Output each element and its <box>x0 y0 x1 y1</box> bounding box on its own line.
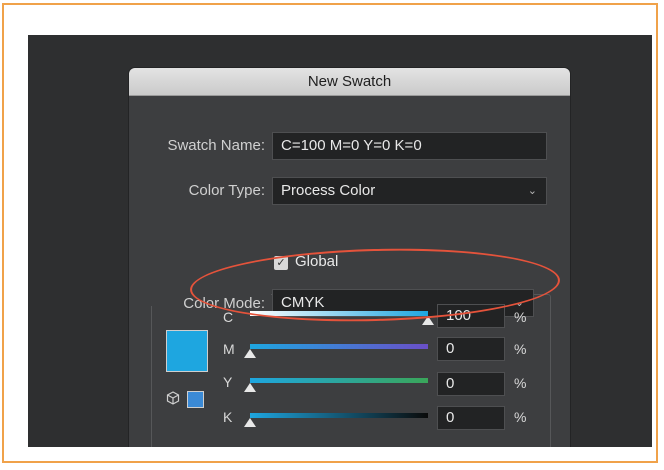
dialog-title: New Swatch <box>129 68 570 96</box>
color-type-label: Color Type: <box>188 182 265 199</box>
color-type-value: Process Color <box>281 182 376 199</box>
screenshot-frame: New Swatch Swatch Name: C=100 M=0 Y=0 K=… <box>2 3 658 463</box>
chevron-down-icon: ⌄ <box>527 185 537 197</box>
cube-icon <box>166 391 180 405</box>
magenta-value-input[interactable]: 0 <box>437 337 505 361</box>
color-mode-label: Color Mode: <box>183 295 265 312</box>
web-color-swatch[interactable] <box>187 391 204 408</box>
global-checkbox[interactable]: ✓ <box>274 256 288 270</box>
yellow-channel-letter: Y <box>223 374 233 390</box>
magenta-channel-letter: M <box>223 341 235 357</box>
cyan-slider-thumb[interactable] <box>422 316 434 325</box>
new-swatch-dialog: New Swatch Swatch Name: C=100 M=0 Y=0 K=… <box>129 68 570 447</box>
checkmark-icon: ✓ <box>276 257 286 269</box>
black-channel-letter: K <box>223 409 233 425</box>
swatch-name-label: Swatch Name: <box>167 137 265 154</box>
app-background: New Swatch Swatch Name: C=100 M=0 Y=0 K=… <box>28 35 652 447</box>
color-type-select[interactable]: Process Color ⌄ <box>272 177 547 205</box>
black-value-input[interactable]: 0 <box>437 406 505 430</box>
global-label: Global <box>295 253 339 270</box>
color-mode-value: CMYK <box>281 294 325 311</box>
black-percent-label: % <box>514 409 527 425</box>
yellow-slider-thumb[interactable] <box>244 383 256 392</box>
cyan-value-input[interactable]: 100 <box>437 304 505 328</box>
cyan-percent-label: % <box>514 309 527 325</box>
magenta-percent-label: % <box>514 341 527 357</box>
yellow-slider-track[interactable] <box>250 378 428 383</box>
magenta-slider-track[interactable] <box>250 344 428 349</box>
color-preview-swatch <box>166 330 208 372</box>
black-slider-track[interactable] <box>250 413 428 418</box>
cyan-slider-track[interactable] <box>250 311 428 316</box>
cyan-channel-letter: C <box>223 309 234 325</box>
magenta-slider-thumb[interactable] <box>244 349 256 358</box>
swatch-name-input[interactable]: C=100 M=0 Y=0 K=0 <box>272 132 547 160</box>
yellow-value-input[interactable]: 0 <box>437 372 505 396</box>
black-slider-thumb[interactable] <box>244 418 256 427</box>
yellow-percent-label: % <box>514 375 527 391</box>
